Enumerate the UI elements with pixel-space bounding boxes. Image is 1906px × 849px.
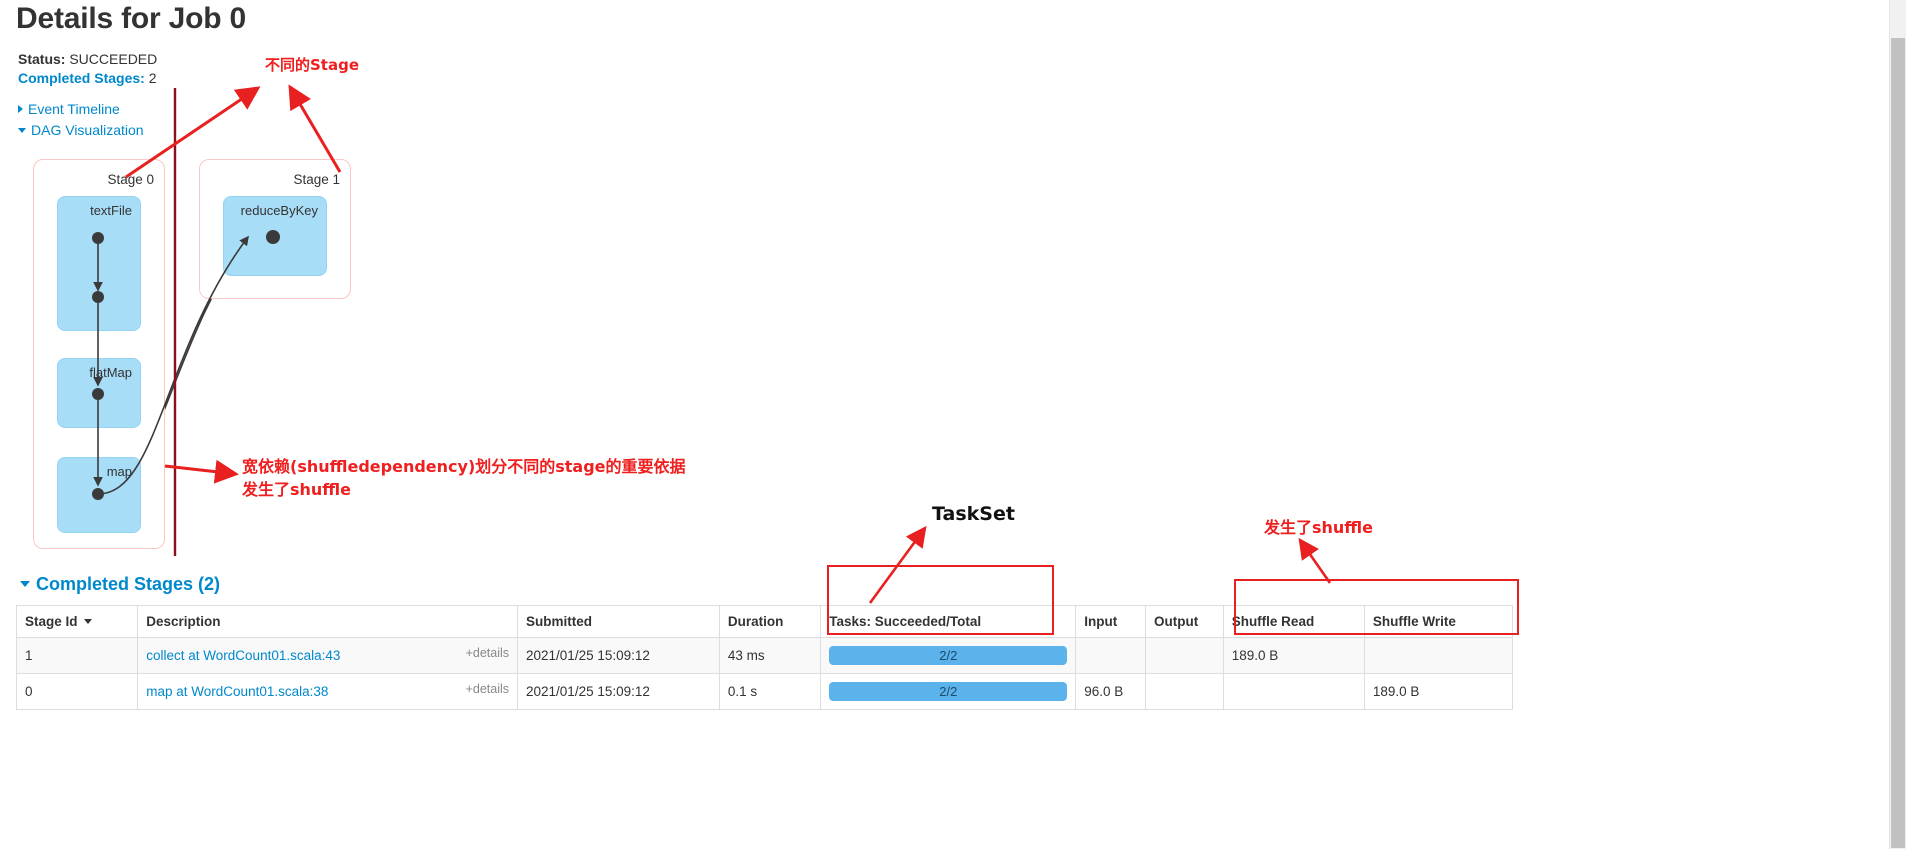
cell-shuffle-write — [1363, 637, 1514, 674]
cell-submitted: 2021/01/25 15:09:12 — [517, 637, 720, 674]
cell-duration: 43 ms — [718, 637, 822, 674]
column-header-stage-id[interactable]: Stage Id — [15, 605, 139, 638]
dag-visualization-toggle[interactable]: DAG Visualization — [18, 122, 144, 138]
annotation-different-stage: 不同的Stage — [265, 56, 360, 74]
column-label: Tasks: Succeeded/Total — [829, 614, 982, 629]
cell-input: 96.0 B — [1075, 673, 1147, 710]
stage-container-1[interactable]: Stage 1 reduceByKey — [199, 159, 351, 299]
event-timeline-label: Event Timeline — [28, 101, 120, 117]
column-header-duration[interactable]: Duration — [718, 605, 822, 638]
column-header-shuffle-read[interactable]: Shuffle Read — [1222, 605, 1365, 638]
dag-visualization-label: DAG Visualization — [31, 122, 144, 138]
cell-description: map at WordCount01.scala:38 +details — [137, 673, 519, 710]
vertical-scrollbar-track[interactable] — [1889, 0, 1906, 849]
table-row: 0 map at WordCount01.scala:38 +details 2… — [15, 673, 1514, 710]
cell-input — [1075, 637, 1147, 674]
column-header-shuffle-write[interactable]: Shuffle Write — [1363, 605, 1514, 638]
completed-stages-value: 2 — [148, 70, 157, 86]
cell-submitted: 2021/01/25 15:09:12 — [517, 673, 720, 710]
sort-descending-icon — [83, 619, 92, 624]
spark-job-details-page: Details for Job 0 Status: SUCCEEDED Comp… — [0, 0, 1906, 849]
stage-container-0[interactable]: Stage 0 textFile flatMap map — [33, 159, 165, 549]
status-label: Status: — [18, 51, 66, 67]
cell-stage-id: 1 — [15, 637, 139, 674]
stage-description-link[interactable]: collect at WordCount01.scala:43 — [146, 648, 340, 663]
cell-tasks: 2/2 — [820, 637, 1077, 674]
stage-label-1: Stage 1 — [293, 172, 340, 187]
rdd-node-map[interactable]: map — [57, 457, 141, 533]
vertical-scrollbar-thumb[interactable] — [1891, 38, 1905, 848]
task-progress-label: 2/2 — [939, 648, 958, 663]
table-header-row: Stage Id Description Submitted Duration … — [15, 605, 1514, 638]
rdd-node-reducebykey[interactable]: reduceByKey — [223, 196, 327, 276]
cell-shuffle-write: 189.0 B — [1363, 673, 1514, 710]
page-title: Details for Job 0 — [16, 2, 246, 35]
task-progress-bar: 2/2 — [829, 682, 1068, 701]
dag-visualization-panel: Stage 0 textFile flatMap map Stage 1 red… — [0, 145, 420, 555]
rdd-node-textfile[interactable]: textFile — [57, 196, 141, 331]
column-header-tasks[interactable]: Tasks: Succeeded/Total — [820, 605, 1077, 638]
cell-output — [1145, 637, 1224, 674]
column-label: Output — [1154, 614, 1199, 629]
column-header-submitted[interactable]: Submitted — [517, 605, 720, 638]
rdd-label-reducebykey: reduceByKey — [240, 203, 318, 218]
completed-stages-table: Stage Id Description Submitted Duration … — [15, 605, 1514, 710]
cell-description: collect at WordCount01.scala:43 +details — [137, 637, 519, 674]
details-toggle[interactable]: +details — [466, 646, 509, 660]
column-label: Description — [146, 614, 221, 629]
cell-stage-id: 0 — [15, 673, 139, 710]
column-label: Stage Id — [25, 614, 78, 629]
completed-stages-label: Completed Stages: — [18, 70, 145, 86]
rdd-label-map: map — [106, 464, 132, 479]
completed-stages-section-title: Completed Stages (2) — [36, 574, 221, 594]
arrow-to-shuffle-happened — [1298, 537, 1332, 584]
column-header-output[interactable]: Output — [1145, 605, 1224, 638]
arrow-to-taskset — [868, 525, 927, 604]
column-header-input[interactable]: Input — [1075, 605, 1147, 638]
cell-tasks: 2/2 — [820, 673, 1077, 710]
cell-shuffle-read: 189.0 B — [1222, 637, 1365, 674]
column-label: Shuffle Read — [1231, 614, 1315, 629]
rdd-label-textfile: textFile — [90, 203, 132, 218]
annotation-taskset: TaskSet — [932, 503, 1015, 525]
cell-output — [1145, 673, 1224, 710]
completed-stages-line: Completed Stages: 2 — [18, 70, 157, 86]
column-label: Input — [1084, 614, 1118, 629]
status-line: Status: SUCCEEDED — [18, 51, 157, 67]
column-label: Shuffle Write — [1372, 614, 1456, 629]
rdd-node-flatmap[interactable]: flatMap — [57, 358, 141, 428]
column-header-description[interactable]: Description — [137, 605, 519, 638]
status-value: SUCCEEDED — [69, 51, 158, 67]
task-progress-label: 2/2 — [939, 684, 958, 699]
column-label: Duration — [727, 614, 784, 629]
stage-description-link[interactable]: map at WordCount01.scala:38 — [146, 684, 328, 699]
stage-label-0: Stage 0 — [107, 172, 154, 187]
completed-stages-section-toggle[interactable]: Completed Stages (2) — [20, 574, 220, 595]
table-row: 1 collect at WordCount01.scala:43 +detai… — [15, 637, 1514, 674]
event-timeline-toggle[interactable]: Event Timeline — [18, 101, 120, 117]
cell-shuffle-read — [1222, 673, 1365, 710]
chevron-right-icon — [18, 105, 23, 113]
cell-duration: 0.1 s — [718, 673, 822, 710]
annotation-shuffle-happened: 发生了shuffle — [1264, 518, 1374, 537]
chevron-down-icon — [20, 581, 30, 587]
rdd-label-flatmap: flatMap — [89, 365, 132, 380]
details-toggle[interactable]: +details — [466, 682, 509, 696]
task-progress-bar: 2/2 — [829, 646, 1068, 665]
column-label: Submitted — [526, 614, 593, 629]
chevron-down-icon — [18, 128, 26, 133]
